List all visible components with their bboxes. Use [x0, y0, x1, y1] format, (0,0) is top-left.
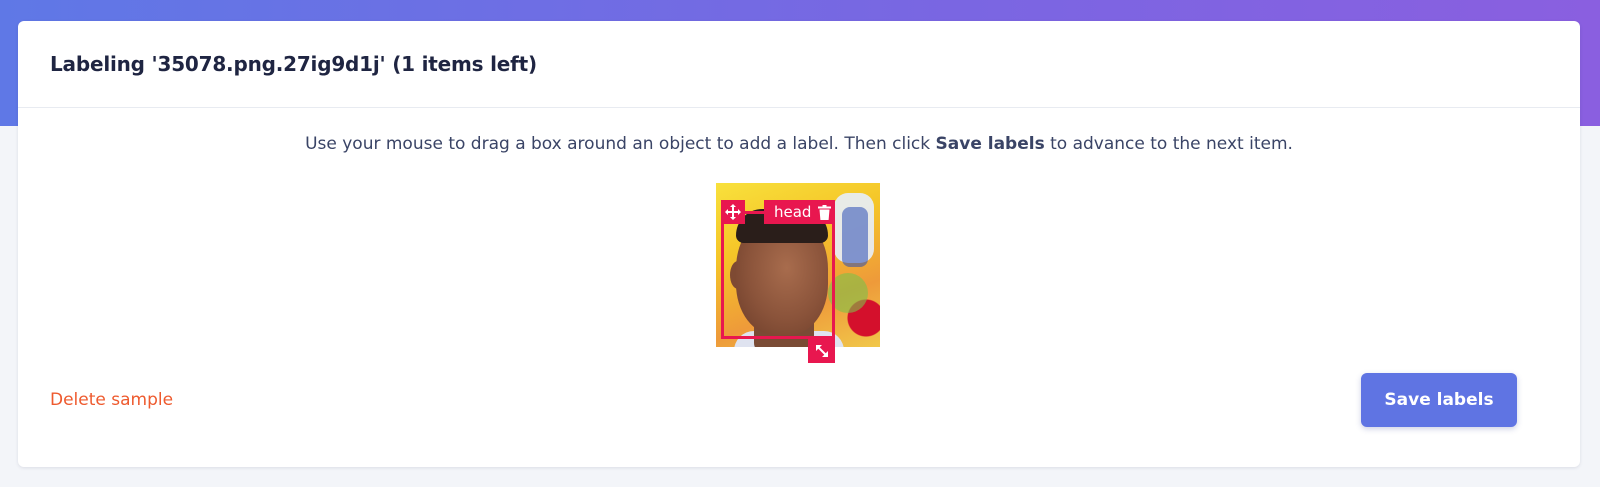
instructions-suffix: to advance to the next item.: [1044, 134, 1293, 154]
instructions-emphasis: Save labels: [935, 134, 1045, 154]
bounding-box[interactable]: [721, 211, 835, 339]
move-icon[interactable]: [721, 200, 745, 224]
labeling-canvas[interactable]: head: [716, 183, 880, 363]
save-labels-button[interactable]: Save labels: [1361, 373, 1517, 427]
labeling-card: Labeling '35078.png.27ig9d1j' (1 items l…: [18, 21, 1580, 467]
trash-icon[interactable]: [818, 204, 832, 220]
annotation-label-tag: head: [764, 200, 835, 224]
delete-sample-link[interactable]: Delete sample: [50, 390, 173, 410]
card-header: Labeling '35078.png.27ig9d1j' (1 items l…: [18, 21, 1580, 108]
instructions-text: Use your mouse to drag a box around an o…: [18, 134, 1580, 154]
instructions-prefix: Use your mouse to drag a box around an o…: [305, 134, 936, 154]
annotation-label: head: [774, 203, 812, 221]
resize-icon[interactable]: [808, 339, 835, 363]
page-title: Labeling '35078.png.27ig9d1j' (1 items l…: [50, 52, 537, 76]
